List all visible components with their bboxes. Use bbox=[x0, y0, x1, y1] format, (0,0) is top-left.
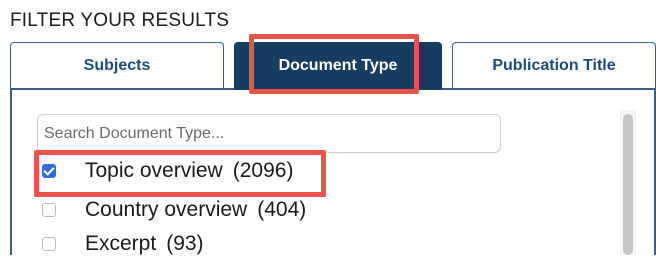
checkbox-country-overview[interactable] bbox=[42, 203, 56, 217]
scrollbar-thumb[interactable] bbox=[623, 114, 633, 255]
checkbox-excerpt[interactable] bbox=[42, 237, 56, 251]
document-type-search-input[interactable] bbox=[37, 114, 501, 153]
panel-border-left bbox=[10, 88, 12, 255]
option-country-overview[interactable]: Country overview (404) bbox=[42, 195, 306, 225]
tab-subjects-label: Subjects bbox=[83, 56, 151, 74]
option-label: Country overview bbox=[85, 198, 248, 221]
option-label: Excerpt bbox=[85, 232, 157, 255]
tab-subjects[interactable]: Subjects bbox=[10, 42, 224, 88]
tab-publication-title[interactable]: Publication Title bbox=[452, 42, 656, 88]
panel-border-top-right bbox=[442, 88, 656, 90]
tab-publication-title-label: Publication Title bbox=[492, 56, 616, 74]
filter-heading: FILTER YOUR RESULTS bbox=[10, 10, 230, 31]
tab-document-type-label: Document Type bbox=[278, 57, 398, 74]
panel-border-top-left bbox=[10, 88, 234, 90]
option-topic-overview[interactable]: Topic overview (2096) bbox=[42, 156, 293, 186]
checkbox-topic-overview[interactable] bbox=[42, 164, 56, 178]
option-label: Topic overview bbox=[85, 159, 223, 182]
option-count: (404) bbox=[257, 198, 307, 221]
tab-document-type[interactable]: Document Type bbox=[234, 42, 442, 90]
panel-border-right bbox=[654, 88, 656, 255]
option-count: (93) bbox=[166, 232, 204, 255]
option-count: (2096) bbox=[232, 159, 294, 182]
